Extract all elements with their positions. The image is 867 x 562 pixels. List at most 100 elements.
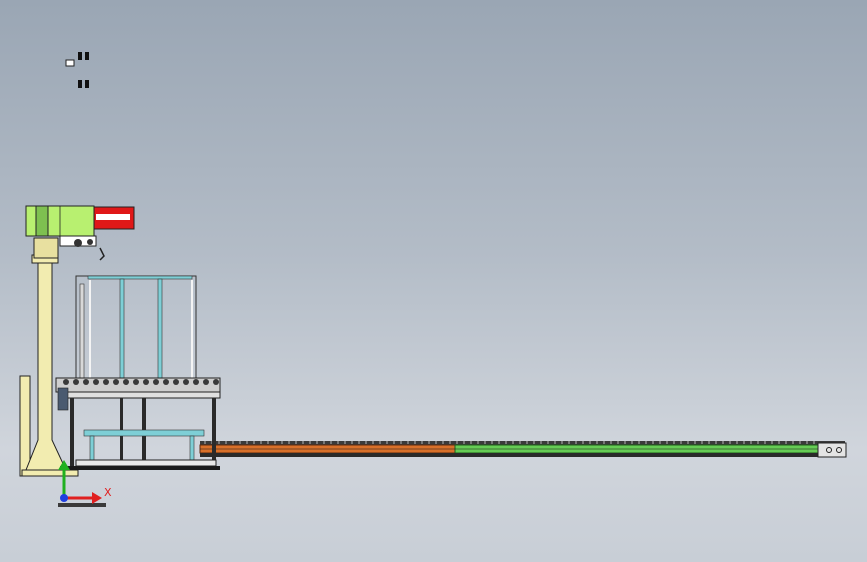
rail-tick bbox=[337, 441, 339, 444]
rail-tick bbox=[372, 441, 374, 444]
rail-tick bbox=[491, 441, 493, 444]
rail-tick bbox=[421, 441, 423, 444]
rail-tick bbox=[316, 441, 318, 444]
rail-tick bbox=[400, 441, 402, 444]
rail-tick bbox=[694, 441, 696, 444]
rail-tick bbox=[778, 441, 780, 444]
rail-tick bbox=[540, 441, 542, 444]
column[interactable] bbox=[19, 237, 79, 477]
rail-tick bbox=[722, 441, 724, 444]
rail-tick bbox=[659, 441, 661, 444]
table-roller bbox=[93, 379, 99, 385]
table-roller bbox=[183, 379, 189, 385]
rail-tick bbox=[204, 441, 206, 444]
rail-tick bbox=[526, 441, 528, 444]
rail-tick bbox=[799, 441, 801, 444]
rail-tick bbox=[806, 441, 808, 444]
table-roller bbox=[163, 379, 169, 385]
triad-z-axis bbox=[60, 494, 68, 502]
rail-tick bbox=[624, 441, 626, 444]
rail-tick bbox=[365, 441, 367, 444]
rail-tick bbox=[771, 441, 773, 444]
rail-tick bbox=[323, 441, 325, 444]
rail-tick bbox=[533, 441, 535, 444]
rail-tick bbox=[358, 441, 360, 444]
table-roller bbox=[113, 379, 119, 385]
rail-tick bbox=[435, 441, 437, 444]
rail-tick bbox=[344, 441, 346, 444]
upper-frame[interactable] bbox=[75, 275, 197, 381]
rail-tick bbox=[218, 441, 220, 444]
rail-tick bbox=[652, 441, 654, 444]
rail-tick bbox=[470, 441, 472, 444]
rail-tick bbox=[267, 441, 269, 444]
table-roller bbox=[103, 379, 109, 385]
rail-tick bbox=[295, 441, 297, 444]
rail-tick bbox=[701, 441, 703, 444]
base-plate bbox=[58, 503, 106, 507]
triad-x-label: X bbox=[104, 486, 112, 499]
rail-tick bbox=[813, 441, 815, 444]
rail-tick bbox=[477, 441, 479, 444]
cad-viewport[interactable]: X Y bbox=[0, 0, 867, 562]
rail-tick bbox=[785, 441, 787, 444]
rail-tick bbox=[225, 441, 227, 444]
table-roller bbox=[83, 379, 89, 385]
assembly-side-view[interactable]: X Y bbox=[0, 0, 867, 562]
rail-tick bbox=[610, 441, 612, 444]
rail-tick bbox=[666, 441, 668, 444]
rail-tick bbox=[519, 441, 521, 444]
rail-tick bbox=[631, 441, 633, 444]
rail-tick bbox=[281, 441, 283, 444]
rail-tick bbox=[687, 441, 689, 444]
rail-tick bbox=[561, 441, 563, 444]
rail-tick bbox=[449, 441, 451, 444]
rail-tick bbox=[246, 441, 248, 444]
rail-tick bbox=[638, 441, 640, 444]
rail-tick bbox=[757, 441, 759, 444]
table-roller bbox=[213, 379, 219, 385]
rail-tick bbox=[792, 441, 794, 444]
table-roller bbox=[173, 379, 179, 385]
rail-tick bbox=[589, 441, 591, 444]
rail-tick bbox=[239, 441, 241, 444]
rail-tick bbox=[302, 441, 304, 444]
table-roller bbox=[153, 379, 159, 385]
coordinate-triad[interactable]: X Y bbox=[57, 448, 112, 504]
table-roller bbox=[193, 379, 199, 385]
rail-tick bbox=[232, 441, 234, 444]
rail-tick bbox=[498, 441, 500, 444]
rail-tick bbox=[617, 441, 619, 444]
table-roller bbox=[73, 379, 79, 385]
rail-tick bbox=[680, 441, 682, 444]
rail-tick bbox=[708, 441, 710, 444]
rail-tick bbox=[463, 441, 465, 444]
table-roller bbox=[143, 379, 149, 385]
rail-tick bbox=[568, 441, 570, 444]
rail-tick bbox=[603, 441, 605, 444]
rail-tick bbox=[351, 441, 353, 444]
floating-small-parts[interactable] bbox=[65, 52, 89, 88]
rail-tick bbox=[386, 441, 388, 444]
rail-tick bbox=[260, 441, 262, 444]
rail-tick bbox=[428, 441, 430, 444]
rail-tick bbox=[274, 441, 276, 444]
rail-tick bbox=[547, 441, 549, 444]
rail-tick bbox=[715, 441, 717, 444]
rail-tick bbox=[309, 441, 311, 444]
rail-tick bbox=[379, 441, 381, 444]
triad-x-arrow bbox=[92, 492, 102, 504]
rail-tick bbox=[512, 441, 514, 444]
rail-tick bbox=[645, 441, 647, 444]
table-roller bbox=[63, 379, 69, 385]
base-table-frame[interactable] bbox=[55, 377, 221, 470]
rail-tick bbox=[288, 441, 290, 444]
rail-tick bbox=[484, 441, 486, 444]
rail-tick bbox=[407, 441, 409, 444]
rail-tick bbox=[596, 441, 598, 444]
rail-tick bbox=[582, 441, 584, 444]
rail-tick bbox=[750, 441, 752, 444]
rail-tick bbox=[554, 441, 556, 444]
rail-tick bbox=[414, 441, 416, 444]
rail-tick bbox=[743, 441, 745, 444]
